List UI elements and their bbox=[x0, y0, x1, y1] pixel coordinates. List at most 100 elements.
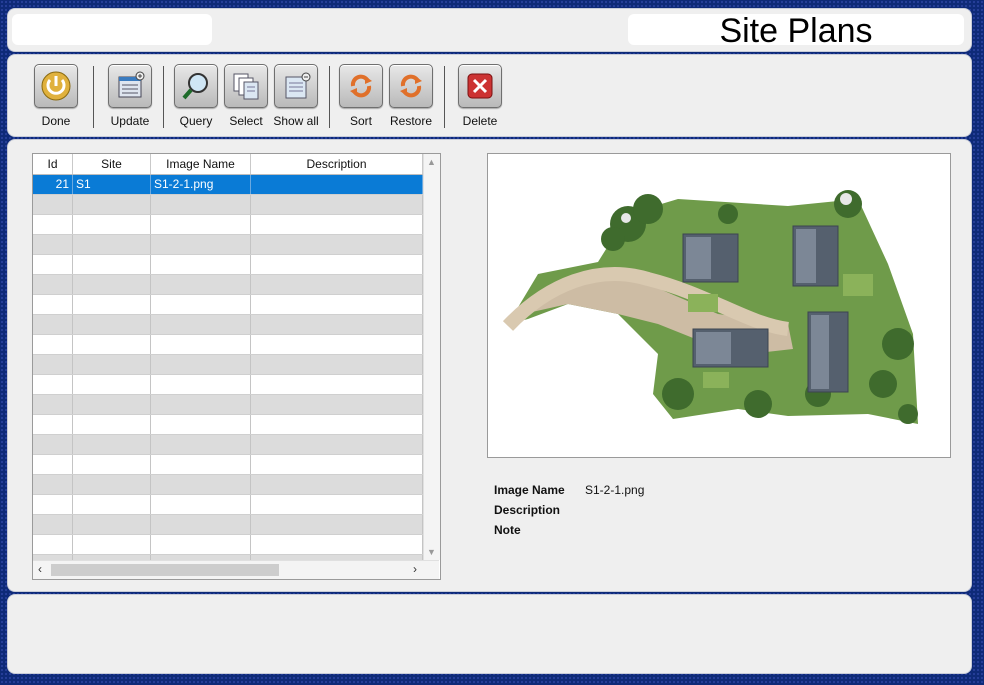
table-row-empty[interactable] bbox=[33, 195, 423, 215]
table-cell-empty bbox=[73, 455, 151, 474]
table-cell-empty bbox=[151, 415, 251, 434]
restore-label: Restore bbox=[389, 114, 433, 128]
table-row-empty[interactable] bbox=[33, 235, 423, 255]
table-cell-empty bbox=[151, 495, 251, 514]
table-row-empty[interactable] bbox=[33, 455, 423, 475]
refresh-sort-icon bbox=[350, 74, 372, 98]
table-cell-empty bbox=[33, 415, 73, 434]
description-label: Description bbox=[494, 503, 561, 517]
table-cell-empty bbox=[151, 395, 251, 414]
table-cell-empty bbox=[151, 475, 251, 494]
table-cell-empty bbox=[73, 355, 151, 374]
table-row-empty[interactable] bbox=[33, 515, 423, 535]
image-details: Image Name S1-2-1.png Description Note bbox=[494, 480, 644, 540]
column-header-image-name[interactable]: Image Name bbox=[151, 154, 251, 174]
table-cell-empty bbox=[251, 435, 423, 454]
table-row-empty[interactable] bbox=[33, 335, 423, 355]
table-cell-empty bbox=[251, 215, 423, 234]
table-row-empty[interactable] bbox=[33, 215, 423, 235]
vertical-scrollbar[interactable]: ▲ ▼ bbox=[423, 154, 440, 560]
horizontal-scrollbar[interactable]: ‹ › bbox=[33, 560, 439, 579]
cell-image-name: S1-2-1.png bbox=[151, 175, 251, 194]
table-cell-empty bbox=[73, 375, 151, 394]
site-plan-illustration bbox=[502, 190, 918, 424]
form-update-icon bbox=[118, 71, 145, 98]
table-cell-empty bbox=[73, 255, 151, 274]
table-cell-empty bbox=[251, 355, 423, 374]
scroll-down-icon[interactable]: ▼ bbox=[427, 547, 436, 557]
column-header-id[interactable]: Id bbox=[33, 154, 73, 174]
table-cell-empty bbox=[251, 515, 423, 534]
site-plans-table[interactable]: Id Site Image Name Description 21 S1 S1-… bbox=[32, 153, 441, 580]
table-cell-empty bbox=[73, 315, 151, 334]
table-header: Id Site Image Name Description bbox=[33, 154, 423, 175]
table-cell-empty bbox=[251, 535, 423, 554]
table-cell-empty bbox=[33, 515, 73, 534]
table-cell-empty bbox=[151, 235, 251, 254]
table-cell-empty bbox=[73, 195, 151, 214]
table-cell-empty bbox=[33, 295, 73, 314]
table-cell-empty bbox=[73, 475, 151, 494]
table-row-empty[interactable] bbox=[33, 355, 423, 375]
column-header-description[interactable]: Description bbox=[251, 154, 423, 174]
table-cell-empty bbox=[251, 395, 423, 414]
cell-description bbox=[251, 175, 423, 194]
table-row-empty[interactable] bbox=[33, 415, 423, 435]
table-cell-empty bbox=[151, 255, 251, 274]
table-row-empty[interactable] bbox=[33, 495, 423, 515]
table-row-empty[interactable] bbox=[33, 315, 423, 335]
table-cell-empty bbox=[33, 315, 73, 334]
delete-label: Delete bbox=[462, 114, 498, 128]
table-cell-empty bbox=[151, 215, 251, 234]
delete-x-icon bbox=[467, 73, 493, 99]
table-cell-empty bbox=[251, 315, 423, 334]
show-all-label: Show all bbox=[273, 114, 319, 128]
scroll-right-icon[interactable]: › bbox=[413, 562, 417, 576]
toolbar-separator bbox=[329, 66, 330, 128]
header-panel: Site Plans bbox=[7, 8, 972, 52]
scrollbar-thumb[interactable] bbox=[51, 564, 279, 576]
done-button[interactable]: Done bbox=[26, 64, 86, 128]
cell-id: 21 bbox=[33, 175, 73, 194]
table-cell-empty bbox=[33, 455, 73, 474]
restore-button[interactable]: Restore bbox=[381, 64, 441, 128]
table-cell-empty bbox=[33, 435, 73, 454]
column-header-site[interactable]: Site bbox=[73, 154, 151, 174]
main-panel: Id Site Image Name Description 21 S1 S1-… bbox=[7, 139, 972, 592]
scroll-left-icon[interactable]: ‹ bbox=[38, 562, 42, 576]
table-row-empty[interactable] bbox=[33, 375, 423, 395]
update-button[interactable]: Update bbox=[100, 64, 160, 128]
update-label: Update bbox=[110, 114, 150, 128]
table-cell-empty bbox=[251, 495, 423, 514]
table-cell-empty bbox=[151, 455, 251, 474]
table-cell-empty bbox=[33, 495, 73, 514]
table-cell-empty bbox=[151, 355, 251, 374]
scroll-up-icon[interactable]: ▲ bbox=[427, 157, 436, 167]
table-cell-empty bbox=[251, 275, 423, 294]
table-cell-empty bbox=[33, 395, 73, 414]
table-cell-empty bbox=[33, 335, 73, 354]
table-cell-empty bbox=[73, 235, 151, 254]
cell-site: S1 bbox=[73, 175, 151, 194]
header-left-field bbox=[12, 14, 212, 45]
table-cell-empty bbox=[151, 315, 251, 334]
table-row-empty[interactable] bbox=[33, 475, 423, 495]
table-row-empty[interactable] bbox=[33, 535, 423, 555]
delete-button[interactable]: Delete bbox=[450, 64, 510, 128]
table-cell-empty bbox=[151, 435, 251, 454]
list-clear-icon bbox=[285, 72, 311, 99]
table-row-empty[interactable] bbox=[33, 275, 423, 295]
note-label: Note bbox=[494, 523, 521, 537]
table-body: 21 S1 S1-2-1.png bbox=[33, 175, 423, 560]
table-cell-empty bbox=[73, 275, 151, 294]
table-cell-empty bbox=[73, 515, 151, 534]
table-row-empty[interactable] bbox=[33, 435, 423, 455]
page-title: Site Plans bbox=[719, 12, 873, 50]
table-row-empty[interactable] bbox=[33, 255, 423, 275]
table-row-empty[interactable] bbox=[33, 395, 423, 415]
toolbar-separator bbox=[444, 66, 445, 128]
table-cell-empty bbox=[151, 335, 251, 354]
table-row[interactable]: 21 S1 S1-2-1.png bbox=[33, 175, 423, 195]
show-all-button[interactable]: Show all bbox=[266, 64, 326, 128]
table-row-empty[interactable] bbox=[33, 295, 423, 315]
